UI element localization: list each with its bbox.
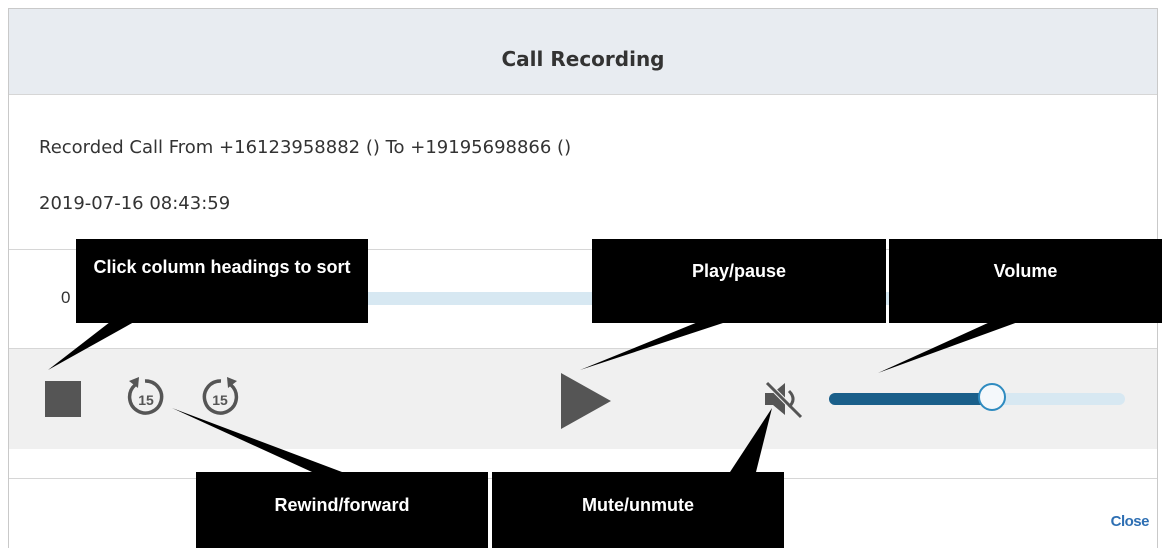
volume-slider-handle[interactable] [977, 383, 1006, 411]
callout-rewind-forward: Rewind/forward [196, 472, 488, 548]
close-button[interactable]: Close [1111, 513, 1150, 530]
volume-level-fill [829, 393, 992, 405]
rewind-15-icon[interactable]: 15 [121, 373, 169, 421]
volume-slider[interactable] [829, 383, 1125, 411]
dialog-title: Call Recording [501, 47, 665, 71]
mute-icon[interactable] [761, 377, 805, 421]
dialog-header: Call Recording [9, 9, 1157, 95]
forward-15-icon[interactable]: 15 [197, 373, 245, 421]
stop-button[interactable] [45, 381, 81, 417]
callout-volume: Volume [889, 239, 1162, 323]
callout-sort: Click column headings to sort [76, 239, 368, 323]
elapsed-time-label: 0 [61, 288, 71, 307]
callout-mute-unmute: Mute/unmute [492, 472, 784, 548]
callout-play-pause: Play/pause [592, 239, 886, 323]
rewind-seconds-label: 15 [138, 392, 154, 408]
forward-seconds-label: 15 [212, 392, 228, 408]
recorded-call-info: Recorded Call From +16123958882 () To +1… [39, 137, 572, 158]
play-icon[interactable] [561, 373, 613, 429]
recording-timestamp: 2019-07-16 08:43:59 [39, 193, 231, 214]
